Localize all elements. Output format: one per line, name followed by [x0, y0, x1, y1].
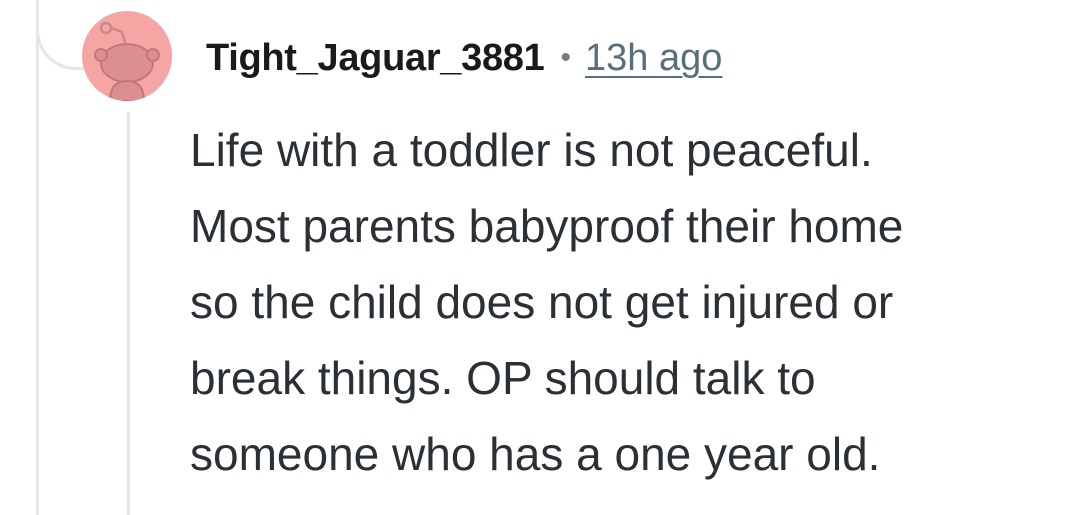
comment-body-line: Life with a toddler is not peaceful.	[190, 124, 873, 176]
user-avatar[interactable]	[82, 11, 172, 101]
comment-body: Life with a toddler is not peaceful. Mos…	[190, 112, 1060, 492]
comment-body-line: Most parents babyproof their home	[190, 200, 904, 252]
timestamp-link[interactable]: 13h ago	[585, 37, 722, 80]
parent-thread-line[interactable]	[36, 0, 39, 515]
snoo-avatar-icon	[94, 21, 160, 101]
comment-body-line: so the child does not get injured or	[190, 276, 894, 328]
comment-body-line: someone who has a one year old.	[190, 428, 881, 480]
thread-branch-connector	[36, 0, 84, 70]
comment-thread-line[interactable]	[127, 112, 130, 515]
comment-header: Tight_Jaguar_3881 • 13h ago	[206, 28, 722, 88]
separator-dot: •	[560, 41, 571, 74]
comment-body-line: break things. OP should talk to	[190, 352, 816, 404]
username-link[interactable]: Tight_Jaguar_3881	[206, 37, 545, 80]
comment-container: Tight_Jaguar_3881 • 13h ago Life with a …	[0, 0, 1080, 515]
